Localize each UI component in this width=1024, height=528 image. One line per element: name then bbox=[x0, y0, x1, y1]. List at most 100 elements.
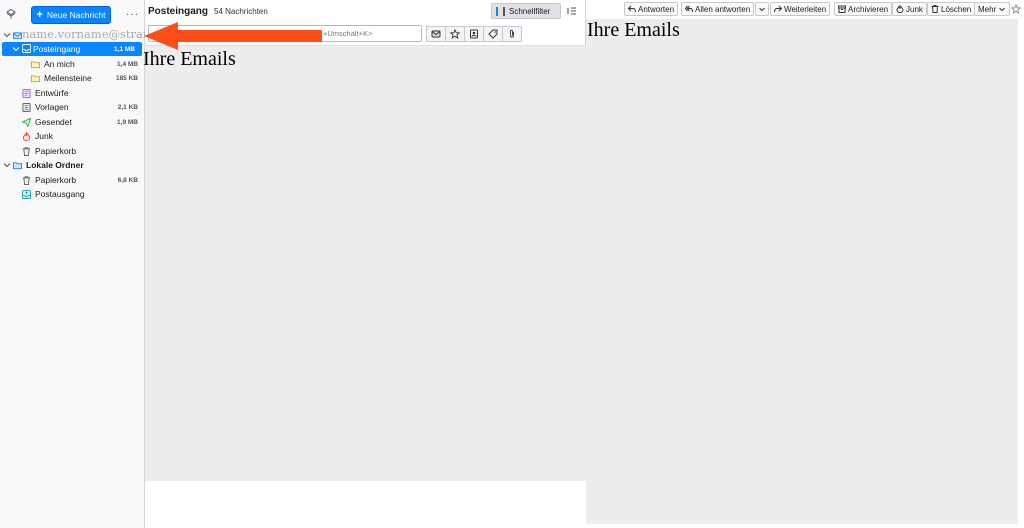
quick-filter-label: Schnellfilter bbox=[509, 6, 551, 16]
junk-button[interactable]: Junk bbox=[892, 2, 927, 16]
more-button[interactable]: Mehr bbox=[974, 2, 1011, 16]
junk-label: Junk bbox=[906, 4, 923, 14]
folder-label: Vorlagen bbox=[35, 102, 69, 112]
folder-label: Entwürfe bbox=[35, 88, 69, 98]
folder-size: 6,8 KB bbox=[117, 176, 138, 184]
folder-label: Papierkorb bbox=[35, 175, 77, 185]
folder-item-papierkorb[interactable]: Papierkorb bbox=[0, 144, 145, 158]
filter-unread-button[interactable] bbox=[426, 26, 446, 42]
message-header-toolbar: Antworten Allen antworten Weiterleiten A… bbox=[586, 0, 1024, 18]
outbox-icon bbox=[22, 190, 31, 199]
reply-all-icon bbox=[685, 5, 693, 13]
sent-icon bbox=[22, 118, 31, 127]
annotation-arrow bbox=[144, 22, 322, 50]
folder-pane: + Neue Nachricht ··· name.vorname@strand… bbox=[0, 0, 158, 528]
folder-label: Papierkorb bbox=[35, 146, 77, 156]
local-folder-icon bbox=[13, 162, 22, 170]
reply-all-label: Allen antworten bbox=[695, 4, 751, 14]
filter-attachment-button[interactable] bbox=[502, 26, 522, 42]
folder-item-postausgang[interactable]: Postausgang bbox=[0, 187, 145, 201]
filter-contacts-button[interactable] bbox=[464, 26, 484, 42]
preview-scrollbar[interactable] bbox=[1018, 19, 1024, 524]
contact-icon bbox=[470, 29, 478, 39]
new-message-label: Neue Nachricht bbox=[46, 10, 106, 20]
folder-size: 2,1 KB bbox=[117, 103, 138, 111]
trash-icon bbox=[22, 147, 31, 156]
folder-size: 185 KB bbox=[115, 74, 138, 82]
folder-size: 1,1 MB bbox=[114, 45, 135, 53]
inbox-icon bbox=[22, 44, 31, 53]
message-reader-pane: Antworten Allen antworten Weiterleiten A… bbox=[586, 0, 1024, 528]
folder-item-an-mich[interactable]: An mich 1,4 MB bbox=[0, 57, 145, 71]
attachment-icon bbox=[510, 29, 514, 38]
junk-icon bbox=[22, 132, 31, 141]
chevron-down-icon bbox=[759, 7, 765, 12]
tag-icon bbox=[488, 29, 498, 39]
folder-item-posteingang[interactable]: Posteingang 1,1 MB bbox=[2, 42, 142, 56]
folder-item-gesendet[interactable]: Gesendet 1,9 MB bbox=[0, 115, 145, 129]
message-preview-area[interactable]: Ihre Emails bbox=[586, 19, 1018, 524]
more-label: Mehr bbox=[978, 4, 997, 14]
folder-label: Gesendet bbox=[35, 117, 72, 127]
trash-icon bbox=[931, 5, 939, 13]
reply-all-button[interactable]: Allen antworten bbox=[681, 2, 755, 16]
junk-icon bbox=[896, 5, 904, 13]
folder-item-meilensteine[interactable]: Meilensteine 185 KB bbox=[0, 71, 145, 85]
account-label: name.vorname@strand bbox=[22, 27, 158, 41]
chevron-down-icon[interactable] bbox=[12, 45, 20, 53]
drafts-icon bbox=[22, 89, 31, 98]
folder-label: Postausgang bbox=[35, 189, 85, 199]
reply-all-dropdown[interactable] bbox=[755, 2, 769, 16]
list-layout-icon[interactable] bbox=[567, 6, 577, 16]
get-messages-icon[interactable] bbox=[5, 8, 17, 20]
message-count: 54 Nachrichten bbox=[214, 7, 268, 16]
plus-icon: + bbox=[36, 8, 43, 21]
folder-label: An mich bbox=[44, 59, 75, 69]
folder-label: Posteingang bbox=[33, 44, 81, 54]
folder-label: Junk bbox=[35, 131, 53, 141]
new-message-button[interactable]: + Neue Nachricht bbox=[31, 6, 111, 24]
forward-icon bbox=[774, 5, 782, 13]
filter-tags-button[interactable] bbox=[483, 26, 503, 42]
message-list-placeholder: Ihre Emails bbox=[143, 48, 236, 70]
reply-button[interactable]: Antworten bbox=[624, 2, 679, 16]
reply-icon bbox=[628, 5, 636, 13]
message-list-header: Posteingang 54 Nachrichten Schnellfilter bbox=[145, 0, 586, 22]
folder-title: Posteingang bbox=[148, 6, 209, 17]
chevron-down-icon[interactable] bbox=[3, 161, 11, 169]
filter-starred-button[interactable] bbox=[445, 26, 465, 42]
folder-label: Meilensteine bbox=[44, 73, 92, 83]
archive-icon bbox=[838, 5, 846, 13]
folder-pane-menu-button[interactable]: ··· bbox=[126, 9, 139, 20]
chevron-down-icon bbox=[999, 7, 1006, 12]
folder-item-local-papierkorb[interactable]: Papierkorb 6,8 KB bbox=[0, 173, 145, 187]
message-list-footer bbox=[145, 480, 586, 528]
message-list-area[interactable]: Ihre Emails bbox=[143, 46, 586, 480]
folder-icon bbox=[31, 61, 40, 69]
delete-button[interactable]: Löschen bbox=[927, 2, 976, 16]
folder-size: 1,9 MB bbox=[117, 118, 138, 126]
folder-item-entwuerfe[interactable]: Entwürfe bbox=[0, 86, 145, 100]
quick-filter-icon-bar bbox=[503, 6, 505, 16]
templates-icon bbox=[22, 103, 31, 112]
archive-button[interactable]: Archivieren bbox=[834, 2, 893, 16]
trash-icon bbox=[22, 176, 31, 185]
message-preview-placeholder: Ihre Emails bbox=[587, 19, 680, 41]
folder-item-vorlagen[interactable]: Vorlagen 2,1 KB bbox=[0, 100, 145, 114]
filter-buttons bbox=[426, 26, 522, 42]
mail-account-icon bbox=[13, 32, 22, 40]
delete-label: Löschen bbox=[941, 4, 972, 14]
quick-filter-button[interactable]: Schnellfilter bbox=[491, 3, 561, 19]
local-folders-label: Lokale Ordner bbox=[26, 160, 84, 170]
archive-label: Archivieren bbox=[848, 4, 889, 14]
star-icon[interactable] bbox=[1011, 4, 1021, 14]
message-list-pane: Posteingang 54 Nachrichten Schnellfilter… bbox=[143, 0, 586, 528]
folder-size: 1,4 MB bbox=[117, 60, 138, 68]
forward-button[interactable]: Weiterleiten bbox=[770, 2, 831, 16]
chevron-down-icon[interactable] bbox=[3, 31, 11, 39]
forward-label: Weiterleiten bbox=[784, 4, 827, 14]
local-folders-row[interactable]: Lokale Ordner bbox=[0, 158, 145, 172]
folder-icon bbox=[31, 75, 40, 83]
account-row[interactable]: name.vorname@strand bbox=[0, 27, 158, 42]
folder-item-junk[interactable]: Junk bbox=[0, 129, 145, 143]
